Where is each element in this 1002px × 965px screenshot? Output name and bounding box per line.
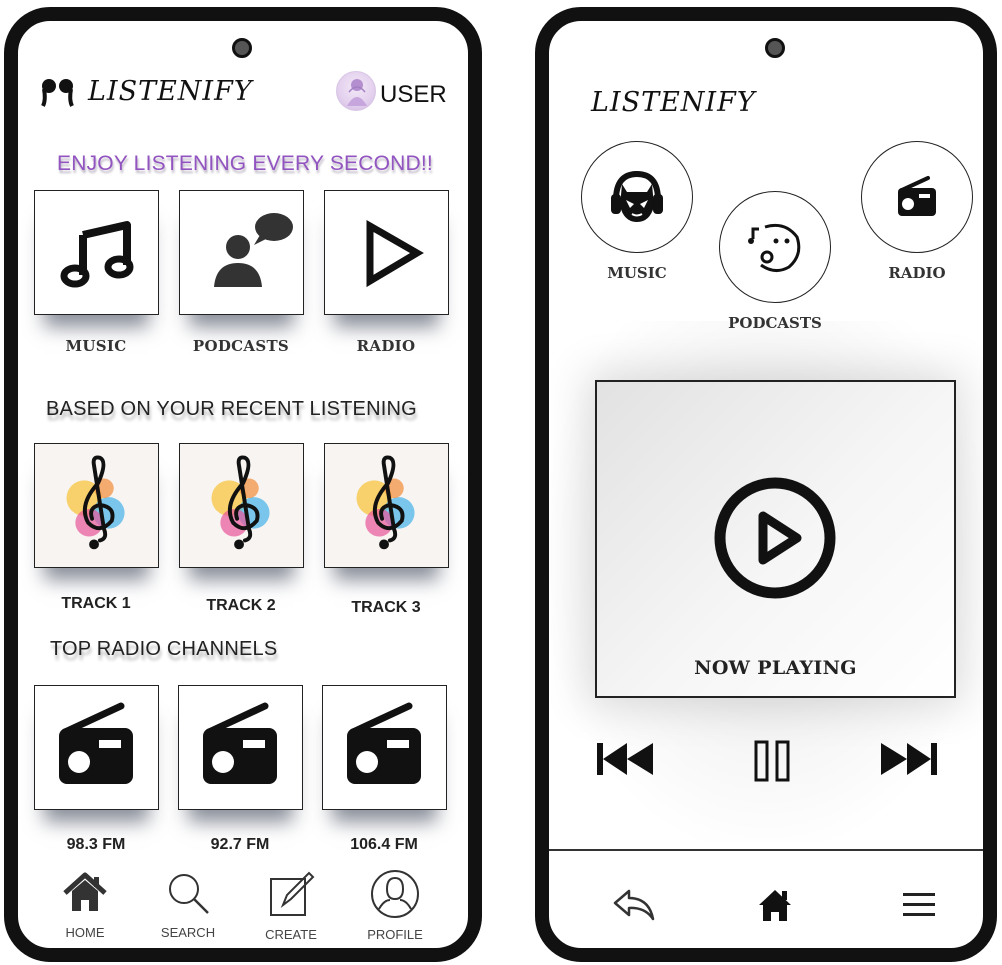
treble-clef-art-icon [325, 444, 448, 567]
nav-search-label: SEARCH [160, 925, 216, 940]
now-playing-card: NOW PLAYING [595, 380, 956, 698]
play-triangle-icon [366, 219, 424, 288]
front-camera [232, 38, 252, 58]
quote-logo-icon [41, 79, 74, 107]
app-logo-text: LISTENIFY [591, 87, 756, 118]
previous-icon[interactable] [595, 739, 655, 779]
radio-tile-label: RADIO [356, 337, 416, 355]
edit-icon [270, 871, 315, 916]
track-1-label: TRACK 1 [61, 595, 131, 612]
avatar-figure-icon [347, 79, 367, 106]
nav-profile-label: PROFILE [367, 927, 423, 942]
treble-clef-art-icon [180, 444, 303, 567]
radio-circle-label: RADIO [888, 264, 946, 282]
front-camera [765, 38, 785, 58]
podcasts-tile-label: PODCASTS [192, 337, 290, 355]
track-card[interactable] [179, 443, 304, 568]
search-icon [169, 874, 209, 914]
station-frequency: 106.4 FM [350, 836, 418, 853]
podcasts-circle-button[interactable] [719, 191, 831, 303]
music-tile-label: MUSIC [65, 337, 127, 355]
radio-station-card[interactable] [34, 685, 159, 810]
nav-create[interactable]: CREATE [246, 869, 336, 942]
nav-create-label: CREATE [265, 927, 317, 942]
next-icon[interactable] [879, 739, 939, 779]
now-playing-label: NOW PLAYING [694, 657, 857, 679]
radio-tile[interactable] [324, 190, 449, 315]
radio-circle-button[interactable] [861, 141, 973, 253]
station-frequency: 98.3 FM [66, 836, 126, 853]
play-circle-icon[interactable] [713, 476, 837, 600]
home-screen-phone: LISTENIFY USER ENJOY LISTENING EVERY SEC… [4, 7, 482, 962]
track-card[interactable] [324, 443, 449, 568]
radio-station-card[interactable] [178, 685, 303, 810]
recent-listening-title: BASED ON YOUR RECENT LISTENING [46, 398, 417, 420]
radio-icon [203, 702, 277, 784]
podcasts-circle-label: PODCASTS [728, 314, 822, 332]
profile-icon [371, 870, 419, 918]
back-icon[interactable] [611, 885, 659, 925]
music-circle-button[interactable] [581, 141, 693, 253]
music-note-icon [60, 221, 134, 288]
radio-icon [59, 702, 133, 784]
headphone-cat-icon [611, 170, 663, 222]
promo-heading: ENJOY LISTENING EVERY SECOND!! [57, 152, 433, 175]
radio-icon [347, 702, 421, 784]
track-3-label: TRACK 3 [351, 599, 421, 616]
track-card[interactable] [34, 443, 159, 568]
music-circle-label: MUSIC [607, 264, 667, 282]
music-tile[interactable] [34, 190, 159, 315]
user-label[interactable]: USER [380, 81, 447, 109]
treble-clef-art-icon [35, 444, 158, 567]
app-logo-text: LISTENIFY [88, 76, 253, 107]
home-icon [63, 872, 107, 911]
podcasts-tile[interactable] [179, 190, 304, 315]
station-frequency: 92.7 FM [210, 836, 270, 853]
user-avatar[interactable] [336, 71, 376, 111]
bottom-divider [549, 849, 983, 851]
radio-station-card[interactable] [322, 685, 447, 810]
pause-icon[interactable] [753, 739, 793, 783]
nav-search[interactable]: SEARCH [143, 869, 233, 940]
top-radio-title: TOP RADIO CHANNELS [50, 638, 278, 660]
track-2-label: TRACK 2 [206, 597, 276, 614]
home-icon[interactable] [755, 885, 795, 925]
nav-profile[interactable]: PROFILE [350, 869, 440, 942]
nav-home[interactable]: HOME [40, 869, 130, 940]
podcast-speaker-icon [214, 213, 293, 287]
nav-home-label: HOME [65, 925, 105, 940]
menu-icon[interactable] [899, 885, 939, 925]
radio-icon [898, 176, 936, 216]
singing-face-icon [748, 223, 801, 272]
player-screen-phone: LISTENIFY MUSIC PODCASTS RADIO NOW PLAYI… [535, 7, 997, 962]
